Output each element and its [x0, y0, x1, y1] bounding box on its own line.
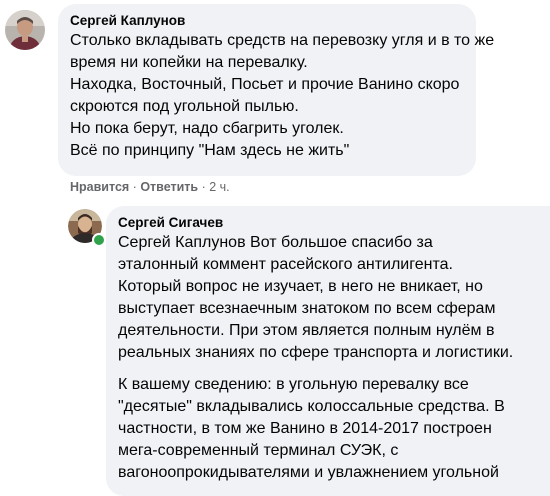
reply-button[interactable]: Ответить [140, 180, 198, 194]
reply-bubble: Сергей Сигачев Сергей Каплунов Вот больш… [106, 206, 550, 496]
comment-text-line: частности, в том же Ванино в 2014-2017 п… [118, 420, 492, 437]
mention-link[interactable]: Сергей Каплунов [118, 234, 246, 251]
comment-text-line: эталонный коммент расейского антилигента… [118, 256, 453, 273]
avatar[interactable] [68, 209, 106, 247]
comment-text-line: выступает всезнаечным знатоком по всем с… [118, 300, 496, 317]
comment-author[interactable]: Сергей Сигачев [118, 214, 538, 232]
comment-text-line: Всё по принципу "Нам здесь не жить" [70, 142, 350, 159]
comment-text-line: Сергей Каплунов Вот большое спасибо за [118, 234, 433, 251]
comment-actions: Нравится · Ответить · 2 ч. [70, 179, 230, 195]
comment-text-line: Находка, Восточный, Посьет и прочие Вани… [70, 76, 460, 93]
comment-text-line: вагоноопрокидывателями и увлажнением уго… [118, 464, 499, 481]
like-button[interactable]: Нравится [70, 180, 129, 194]
separator-dot: · [132, 180, 137, 194]
comment-text-line: Столько вкладывать средств на перевозку … [70, 32, 495, 49]
comment-author[interactable]: Сергей Каплунов [70, 12, 464, 30]
comment-text-line: время ни копейки на перевалку. [70, 54, 308, 71]
comment-text-line: Но пока берут, надо сбагрить уголек. [70, 120, 344, 137]
comment-bubble: Сергей Каплунов Столько вкладывать средс… [58, 4, 495, 176]
avatar[interactable] [5, 10, 45, 50]
comment-timestamp[interactable]: 2 ч. [209, 180, 229, 194]
comment-text-line: реальных знаниях по сфере транспорта и л… [118, 344, 514, 361]
comment-text-line: "десятые" вкладывались колоссальные сред… [118, 398, 505, 415]
separator-dot: · [201, 180, 206, 194]
comment-text-line: мега-современный терминал СУЭК, с [118, 442, 399, 459]
comment-text-line: деятельности. При этом является полным н… [118, 322, 495, 339]
comment-text-line: Который вопрос не изучает, в него не вни… [118, 278, 483, 295]
comment-text-line: К вашему сведению: в угольную перевалку … [118, 376, 469, 393]
online-indicator [92, 233, 106, 247]
comment-text-line: скроются под угольной пылью. [70, 98, 299, 115]
